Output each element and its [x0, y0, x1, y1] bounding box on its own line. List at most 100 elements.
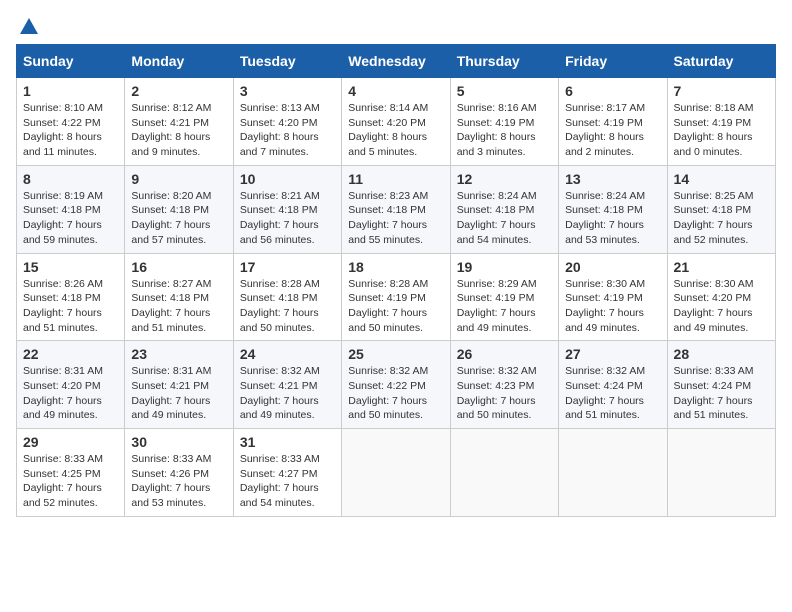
daylight-text: Daylight: 8 hours and 3 minutes. — [457, 131, 536, 158]
calendar-cell: 14 Sunrise: 8:25 AM Sunset: 4:18 PM Dayl… — [667, 165, 775, 253]
sunrise-text: Sunrise: 8:21 AM — [240, 190, 320, 202]
sunset-text: Sunset: 4:21 PM — [131, 380, 209, 392]
cell-content: Sunrise: 8:33 AM Sunset: 4:24 PM Dayligh… — [674, 364, 769, 423]
cell-content: Sunrise: 8:14 AM Sunset: 4:20 PM Dayligh… — [348, 101, 443, 160]
day-number: 25 — [348, 346, 443, 362]
sunset-text: Sunset: 4:27 PM — [240, 468, 318, 480]
calendar-cell: 7 Sunrise: 8:18 AM Sunset: 4:19 PM Dayli… — [667, 78, 775, 166]
day-number: 8 — [23, 171, 118, 187]
sunrise-text: Sunrise: 8:29 AM — [457, 278, 537, 290]
cell-content: Sunrise: 8:24 AM Sunset: 4:18 PM Dayligh… — [565, 189, 660, 248]
weekday-header-wednesday: Wednesday — [342, 45, 450, 78]
weekday-header-tuesday: Tuesday — [233, 45, 341, 78]
day-number: 18 — [348, 259, 443, 275]
calendar-week-row: 22 Sunrise: 8:31 AM Sunset: 4:20 PM Dayl… — [17, 341, 776, 429]
sunset-text: Sunset: 4:20 PM — [674, 292, 752, 304]
cell-content: Sunrise: 8:30 AM Sunset: 4:19 PM Dayligh… — [565, 277, 660, 336]
daylight-text: Daylight: 7 hours and 53 minutes. — [131, 482, 210, 509]
daylight-text: Daylight: 7 hours and 54 minutes. — [240, 482, 319, 509]
day-number: 19 — [457, 259, 552, 275]
daylight-text: Daylight: 7 hours and 50 minutes. — [348, 307, 427, 334]
sunset-text: Sunset: 4:19 PM — [457, 117, 535, 129]
sunset-text: Sunset: 4:22 PM — [348, 380, 426, 392]
calendar-cell: 25 Sunrise: 8:32 AM Sunset: 4:22 PM Dayl… — [342, 341, 450, 429]
calendar-cell: 2 Sunrise: 8:12 AM Sunset: 4:21 PM Dayli… — [125, 78, 233, 166]
calendar-cell: 19 Sunrise: 8:29 AM Sunset: 4:19 PM Dayl… — [450, 253, 558, 341]
daylight-text: Daylight: 7 hours and 57 minutes. — [131, 219, 210, 246]
cell-content: Sunrise: 8:30 AM Sunset: 4:20 PM Dayligh… — [674, 277, 769, 336]
day-number: 27 — [565, 346, 660, 362]
day-number: 21 — [674, 259, 769, 275]
day-number: 26 — [457, 346, 552, 362]
sunset-text: Sunset: 4:25 PM — [23, 468, 101, 480]
cell-content: Sunrise: 8:21 AM Sunset: 4:18 PM Dayligh… — [240, 189, 335, 248]
calendar-cell: 17 Sunrise: 8:28 AM Sunset: 4:18 PM Dayl… — [233, 253, 341, 341]
cell-content: Sunrise: 8:31 AM Sunset: 4:20 PM Dayligh… — [23, 364, 118, 423]
sunset-text: Sunset: 4:20 PM — [23, 380, 101, 392]
sunrise-text: Sunrise: 8:14 AM — [348, 102, 428, 114]
sunset-text: Sunset: 4:23 PM — [457, 380, 535, 392]
sunset-text: Sunset: 4:18 PM — [674, 204, 752, 216]
day-number: 31 — [240, 434, 335, 450]
day-number: 6 — [565, 83, 660, 99]
sunset-text: Sunset: 4:18 PM — [348, 204, 426, 216]
sunrise-text: Sunrise: 8:10 AM — [23, 102, 103, 114]
day-number: 15 — [23, 259, 118, 275]
sunset-text: Sunset: 4:18 PM — [565, 204, 643, 216]
sunrise-text: Sunrise: 8:12 AM — [131, 102, 211, 114]
weekday-header-friday: Friday — [559, 45, 667, 78]
daylight-text: Daylight: 7 hours and 50 minutes. — [348, 395, 427, 422]
cell-content: Sunrise: 8:28 AM Sunset: 4:18 PM Dayligh… — [240, 277, 335, 336]
daylight-text: Daylight: 7 hours and 54 minutes. — [457, 219, 536, 246]
page-header — [16, 16, 776, 34]
cell-content: Sunrise: 8:20 AM Sunset: 4:18 PM Dayligh… — [131, 189, 226, 248]
day-number: 3 — [240, 83, 335, 99]
weekday-header-monday: Monday — [125, 45, 233, 78]
calendar-week-row: 8 Sunrise: 8:19 AM Sunset: 4:18 PM Dayli… — [17, 165, 776, 253]
cell-content: Sunrise: 8:24 AM Sunset: 4:18 PM Dayligh… — [457, 189, 552, 248]
sunrise-text: Sunrise: 8:27 AM — [131, 278, 211, 290]
calendar-cell: 28 Sunrise: 8:33 AM Sunset: 4:24 PM Dayl… — [667, 341, 775, 429]
daylight-text: Daylight: 7 hours and 59 minutes. — [23, 219, 102, 246]
sunrise-text: Sunrise: 8:25 AM — [674, 190, 754, 202]
calendar-cell — [559, 429, 667, 517]
cell-content: Sunrise: 8:12 AM Sunset: 4:21 PM Dayligh… — [131, 101, 226, 160]
sunrise-text: Sunrise: 8:31 AM — [131, 365, 211, 377]
calendar-cell: 31 Sunrise: 8:33 AM Sunset: 4:27 PM Dayl… — [233, 429, 341, 517]
daylight-text: Daylight: 8 hours and 7 minutes. — [240, 131, 319, 158]
day-number: 29 — [23, 434, 118, 450]
sunrise-text: Sunrise: 8:28 AM — [348, 278, 428, 290]
calendar-cell: 24 Sunrise: 8:32 AM Sunset: 4:21 PM Dayl… — [233, 341, 341, 429]
day-number: 1 — [23, 83, 118, 99]
calendar-cell — [342, 429, 450, 517]
calendar-cell: 15 Sunrise: 8:26 AM Sunset: 4:18 PM Dayl… — [17, 253, 125, 341]
cell-content: Sunrise: 8:32 AM Sunset: 4:22 PM Dayligh… — [348, 364, 443, 423]
daylight-text: Daylight: 7 hours and 56 minutes. — [240, 219, 319, 246]
daylight-text: Daylight: 7 hours and 50 minutes. — [240, 307, 319, 334]
daylight-text: Daylight: 7 hours and 49 minutes. — [131, 395, 210, 422]
sunrise-text: Sunrise: 8:17 AM — [565, 102, 645, 114]
day-number: 22 — [23, 346, 118, 362]
day-number: 20 — [565, 259, 660, 275]
weekday-header-thursday: Thursday — [450, 45, 558, 78]
sunrise-text: Sunrise: 8:30 AM — [674, 278, 754, 290]
daylight-text: Daylight: 7 hours and 50 minutes. — [457, 395, 536, 422]
sunrise-text: Sunrise: 8:24 AM — [565, 190, 645, 202]
day-number: 14 — [674, 171, 769, 187]
calendar-cell: 22 Sunrise: 8:31 AM Sunset: 4:20 PM Dayl… — [17, 341, 125, 429]
calendar-cell: 30 Sunrise: 8:33 AM Sunset: 4:26 PM Dayl… — [125, 429, 233, 517]
sunrise-text: Sunrise: 8:33 AM — [131, 453, 211, 465]
calendar-cell: 27 Sunrise: 8:32 AM Sunset: 4:24 PM Dayl… — [559, 341, 667, 429]
calendar-cell: 10 Sunrise: 8:21 AM Sunset: 4:18 PM Dayl… — [233, 165, 341, 253]
cell-content: Sunrise: 8:25 AM Sunset: 4:18 PM Dayligh… — [674, 189, 769, 248]
daylight-text: Daylight: 8 hours and 11 minutes. — [23, 131, 102, 158]
sunset-text: Sunset: 4:19 PM — [457, 292, 535, 304]
sunrise-text: Sunrise: 8:20 AM — [131, 190, 211, 202]
day-number: 24 — [240, 346, 335, 362]
day-number: 16 — [131, 259, 226, 275]
day-number: 17 — [240, 259, 335, 275]
sunrise-text: Sunrise: 8:16 AM — [457, 102, 537, 114]
calendar-cell: 8 Sunrise: 8:19 AM Sunset: 4:18 PM Dayli… — [17, 165, 125, 253]
daylight-text: Daylight: 8 hours and 5 minutes. — [348, 131, 427, 158]
calendar-week-row: 15 Sunrise: 8:26 AM Sunset: 4:18 PM Dayl… — [17, 253, 776, 341]
